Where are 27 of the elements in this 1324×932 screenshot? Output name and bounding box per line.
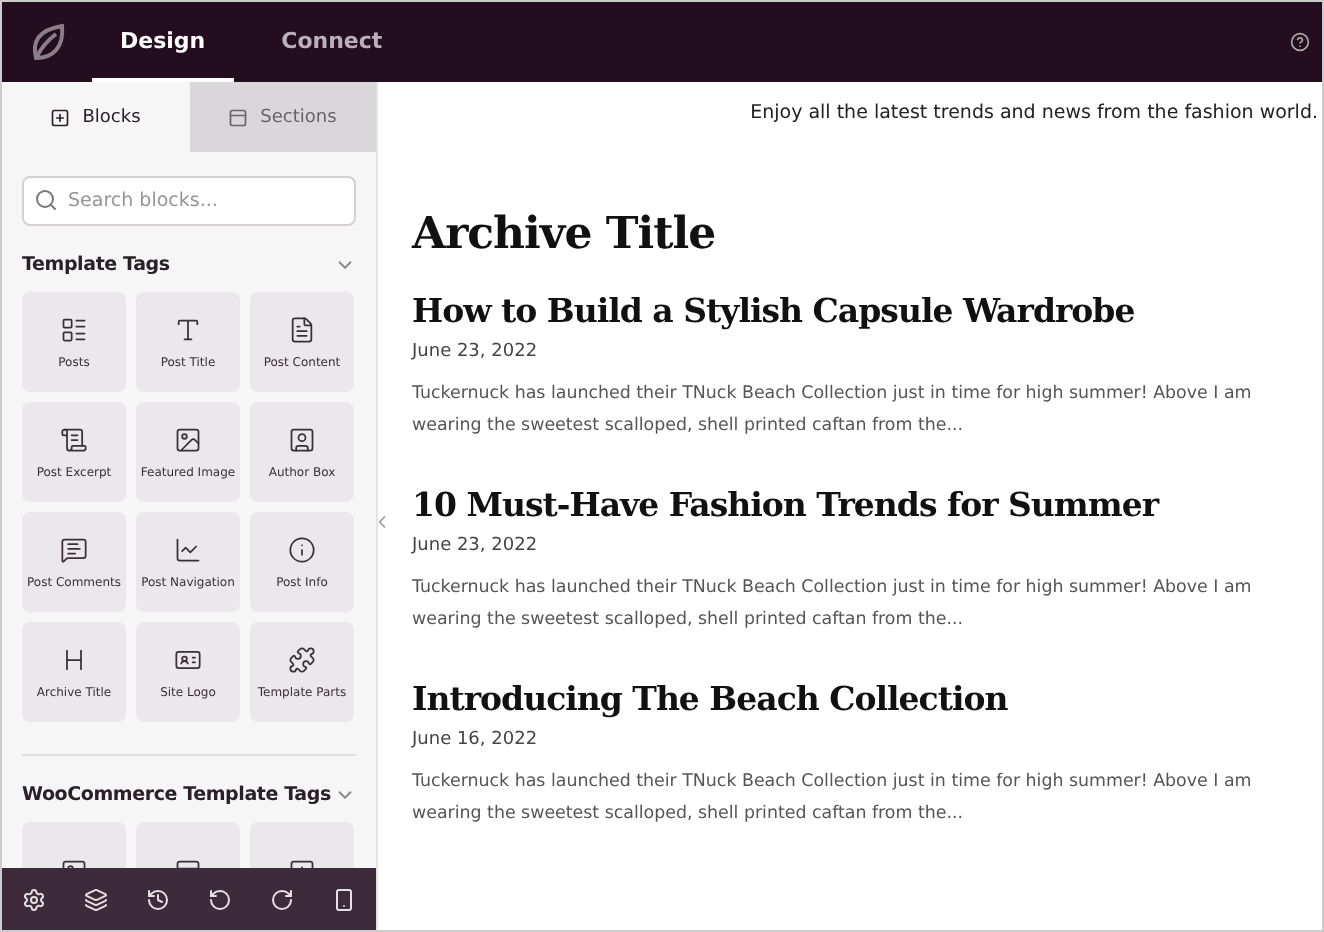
search-icon (34, 188, 58, 212)
post-date: June 16, 2022 (412, 730, 540, 750)
post-excerpt: Tuckernuck has launched their TNuck Beach Collection just in time for high summer! Above I am wearing the sweetest scalloped, shell printed caftan from the... (412, 770, 1254, 828)
top-tab[interactable]: Connect (253, 2, 411, 82)
layers-icon[interactable] (83, 887, 108, 911)
post-title[interactable]: 10 Must-Have Fashion Trends for Summer (412, 486, 1322, 524)
group-title: Template Tags (22, 254, 170, 276)
settings-icon[interactable] (21, 887, 46, 911)
post-excerpt: Tuckernuck has launched their TNuck Beach Collection just in time for high summer! Above I am wearing the sweetest scalloped, shell printed caftan from the... (412, 576, 1254, 634)
tagline: Enjoy all the latest trends and news from the fashion world. (750, 102, 1320, 124)
leaf-logo-icon (29, 22, 65, 62)
post-excerpt: Tuckernuck has launched their TNuck Beach Collection just in time for high summer! Above I am wearing the sweetest scalloped, shell printed caftan from the... (412, 382, 1254, 440)
section-icon (228, 107, 249, 127)
add-block-icon (50, 107, 71, 127)
history-icon[interactable] (145, 887, 170, 911)
post-title[interactable]: How to Build a Stylish Capsule Wardrobe (412, 292, 1322, 330)
post-date: June 23, 2022 (412, 342, 540, 362)
post-date: June 23, 2022 (412, 536, 540, 556)
help-icon[interactable] (1290, 32, 1310, 52)
sidebar-tab[interactable]: Sections (189, 82, 376, 152)
group-title: WooCommerce Template Tags (22, 784, 331, 806)
mobile-icon[interactable] (332, 887, 357, 911)
archive-title: Archive Title (412, 208, 718, 260)
search-field[interactable]: Search blocks... (22, 176, 356, 226)
undo-icon[interactable] (208, 887, 233, 911)
redo-icon[interactable] (270, 887, 295, 911)
post-title[interactable]: Introducing The Beach Collection (412, 680, 1322, 718)
